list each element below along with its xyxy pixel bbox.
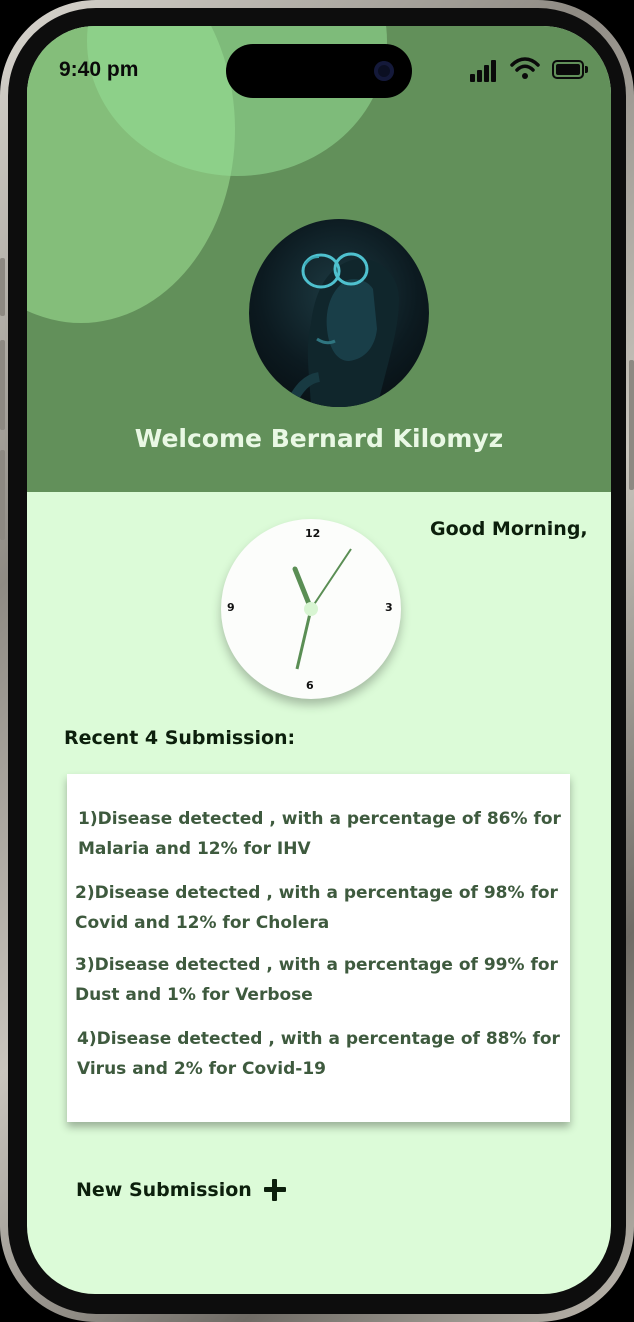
- battery-icon: [552, 60, 588, 79]
- welcome-title: Welcome Bernard Kilomyz: [134, 424, 504, 453]
- new-submission-label: New Submission: [76, 1179, 252, 1201]
- plus-icon[interactable]: [263, 1179, 286, 1201]
- screen: Welcome Bernard Kilomyz 9:40 pm Good Mor…: [27, 26, 611, 1294]
- list-item[interactable]: 3)Disease detected , with a percentage o…: [75, 950, 565, 1010]
- side-button: [0, 258, 5, 316]
- greeting-text: Good Morning,: [430, 518, 588, 540]
- list-item[interactable]: 4)Disease detected , with a percentage o…: [77, 1024, 567, 1084]
- volume-up-button: [0, 340, 5, 430]
- cellular-signal-icon: [470, 58, 502, 82]
- clock-hands: [292, 548, 352, 670]
- submissions-card: 1)Disease detected , with a percentage o…: [67, 774, 570, 1122]
- avatar[interactable]: [249, 219, 429, 407]
- camera-icon: [374, 61, 394, 81]
- status-time: 9:40 pm: [59, 58, 139, 81]
- status-bar: 9:40 pm: [27, 26, 611, 116]
- wifi-icon: [510, 57, 540, 79]
- analog-clock: 12 3 6 9: [221, 519, 401, 699]
- avatar-image: [284, 252, 399, 407]
- dynamic-island: [226, 44, 412, 98]
- volume-down-button: [0, 450, 5, 540]
- recent-submissions-title: Recent 4 Submission:: [64, 727, 296, 749]
- new-submission-button[interactable]: New Submission: [76, 1179, 286, 1201]
- list-item[interactable]: 2)Disease detected , with a percentage o…: [75, 878, 565, 938]
- list-item[interactable]: 1)Disease detected , with a percentage o…: [78, 804, 568, 864]
- power-button: [629, 360, 634, 490]
